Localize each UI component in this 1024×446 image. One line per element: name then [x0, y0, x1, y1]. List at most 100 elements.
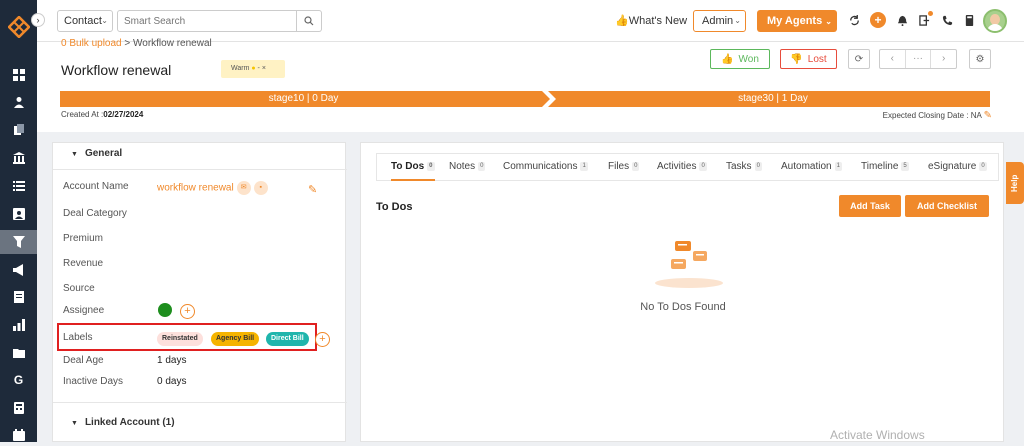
lost-button[interactable]: 👎 Lost — [780, 49, 837, 69]
search-button[interactable] — [297, 10, 322, 32]
tab-label: Activities — [657, 161, 697, 172]
stage-item[interactable]: stage30 | 1 Day — [556, 91, 990, 107]
close-icon[interactable]: × — [262, 65, 266, 72]
add-assignee-button[interactable]: + — [180, 304, 195, 319]
reports-chart-icon[interactable] — [0, 314, 37, 336]
quick-add-button[interactable]: + — [870, 12, 886, 28]
bank-icon[interactable] — [0, 147, 37, 169]
next-record-button[interactable]: › — [931, 50, 956, 68]
tab-label: To Dos — [391, 161, 425, 172]
my-agents-label: My Agents — [767, 15, 823, 27]
stage-item[interactable]: stage10 | 0 Day — [60, 91, 547, 107]
smart-search-input[interactable] — [117, 10, 297, 32]
chevron-down-icon: ⌄ — [734, 16, 741, 25]
edit-pencil-icon[interactable]: ✎ — [308, 183, 317, 196]
pipeline-filter-icon[interactable] — [0, 230, 37, 254]
tab-notes[interactable]: Notes 0 — [449, 154, 486, 181]
won-button[interactable]: 👍 Won — [710, 49, 770, 69]
admin-label: Admin — [702, 15, 734, 27]
breadcrumb: 0 Bulk upload > Workflow renewal — [61, 38, 212, 49]
more-options-button[interactable]: ··· — [904, 50, 932, 68]
field-label: Inactive Days — [63, 376, 124, 387]
field-label: Account Name — [63, 181, 129, 192]
calendar-icon[interactable] — [0, 424, 37, 446]
windows-activation-watermark: Activate Windows — [830, 428, 925, 442]
section-title: To Dos — [376, 201, 413, 213]
inactive-days-value: 0 days — [157, 376, 187, 387]
list-icon[interactable] — [0, 175, 37, 197]
tab-esignature[interactable]: eSignature 0 — [928, 154, 987, 181]
created-at-label: Created At : — [61, 110, 104, 119]
whats-new-link[interactable]: 👍What's New — [615, 14, 687, 27]
tab-communications[interactable]: Communications 1 — [503, 154, 588, 181]
breadcrumb-link[interactable]: 0 Bulk upload — [61, 38, 122, 49]
sync-icon[interactable] — [847, 13, 861, 27]
general-section-header[interactable]: ▼ General — [71, 148, 122, 159]
user-avatar[interactable] — [983, 9, 1007, 33]
add-checklist-button[interactable]: Add Checklist — [905, 195, 989, 217]
tab-tasks[interactable]: Tasks 0 — [726, 154, 762, 181]
tab-activities[interactable]: Activities 0 — [657, 154, 707, 181]
empty-state-illustration — [655, 241, 723, 288]
documents-icon[interactable] — [0, 119, 37, 141]
logout-icon[interactable] — [917, 11, 933, 27]
sun-icon: ● — [251, 65, 256, 72]
contact-card-icon[interactable] — [0, 203, 37, 225]
stage-separator-arrow — [542, 91, 556, 107]
phone-icon[interactable] — [940, 13, 954, 27]
account-name-link[interactable]: workflow renewal ✉ ▪ — [157, 181, 268, 195]
gear-icon: ⚙ — [975, 53, 985, 65]
sidebar: G — [0, 0, 37, 442]
notification-bell-icon[interactable] — [895, 13, 909, 27]
stage-progress-bar: stage10 | 0 Day stage30 | 1 Day — [60, 91, 990, 107]
top-bar: Contact⌄ 👍What's New Admin⌄ My Agents ⌄ … — [37, 0, 1024, 42]
help-label: Help — [1010, 174, 1019, 192]
tab-timeline[interactable]: Timeline 5 — [861, 154, 909, 181]
field-label: Assignee — [63, 305, 105, 316]
calculator-icon[interactable] — [0, 397, 37, 419]
tab-to-dos[interactable]: To Dos 0 — [391, 154, 435, 181]
tab-count-badge: 1 — [834, 161, 842, 171]
tab-count-badge: 0 — [699, 161, 707, 171]
megaphone-icon[interactable] — [0, 259, 37, 281]
dashboard-icon[interactable] — [0, 64, 37, 86]
folder-icon[interactable] — [0, 342, 37, 364]
warm-tag[interactable]: Warm ● - × — [221, 60, 285, 78]
divider — [53, 169, 347, 170]
page-title: Workflow renewal — [61, 62, 172, 78]
google-icon[interactable]: G — [0, 369, 37, 391]
label-badge[interactable]: Direct Bill — [266, 332, 309, 346]
my-agents-button[interactable]: My Agents ⌄ — [757, 10, 837, 32]
previous-record-button[interactable]: ‹ — [880, 50, 905, 68]
refresh-button[interactable]: ⟳ — [848, 49, 870, 69]
calculator-icon[interactable] — [962, 13, 976, 27]
field-label: Deal Category — [63, 208, 127, 219]
notes-icon[interactable] — [0, 286, 37, 308]
app-logo[interactable] — [8, 16, 30, 38]
chevron-down-icon: ⌄ — [825, 17, 832, 26]
contact-type-select[interactable]: Contact ⌄ — [57, 10, 113, 32]
admin-select[interactable]: Admin ⌄ — [693, 10, 746, 32]
add-task-button[interactable]: Add Task — [839, 195, 901, 217]
sidebar-toggle-chevron-icon[interactable]: › — [31, 13, 45, 27]
add-label-button[interactable]: + — [315, 332, 330, 347]
linked-account-section-header[interactable]: ▼ Linked Account (1) — [71, 417, 175, 428]
label-badge[interactable]: Reinstated — [157, 332, 203, 346]
chat-icon[interactable]: ▪ — [253, 181, 268, 195]
edit-pencil-icon[interactable]: ✎ — [984, 110, 992, 121]
account-name-value[interactable]: workflow renewal — [157, 183, 234, 194]
tab-files[interactable]: Files 0 — [608, 154, 640, 181]
tab-label: Communications — [503, 161, 578, 172]
email-icon[interactable]: ✉ — [236, 181, 251, 195]
contact-select-label: Contact — [64, 15, 102, 27]
settings-button[interactable]: ⚙ — [969, 49, 991, 69]
tab-count-badge: 0 — [427, 161, 435, 171]
tab-label: Timeline — [861, 161, 899, 172]
label-badge[interactable]: Agency Bill — [211, 332, 260, 346]
assignee-avatar[interactable] — [158, 303, 172, 317]
tab-label: eSignature — [928, 161, 977, 172]
help-tab[interactable]: Help — [1006, 162, 1024, 204]
contacts-icon[interactable] — [0, 91, 37, 113]
field-label: Deal Age — [63, 355, 104, 366]
tab-automation[interactable]: Automation 1 — [781, 154, 842, 181]
